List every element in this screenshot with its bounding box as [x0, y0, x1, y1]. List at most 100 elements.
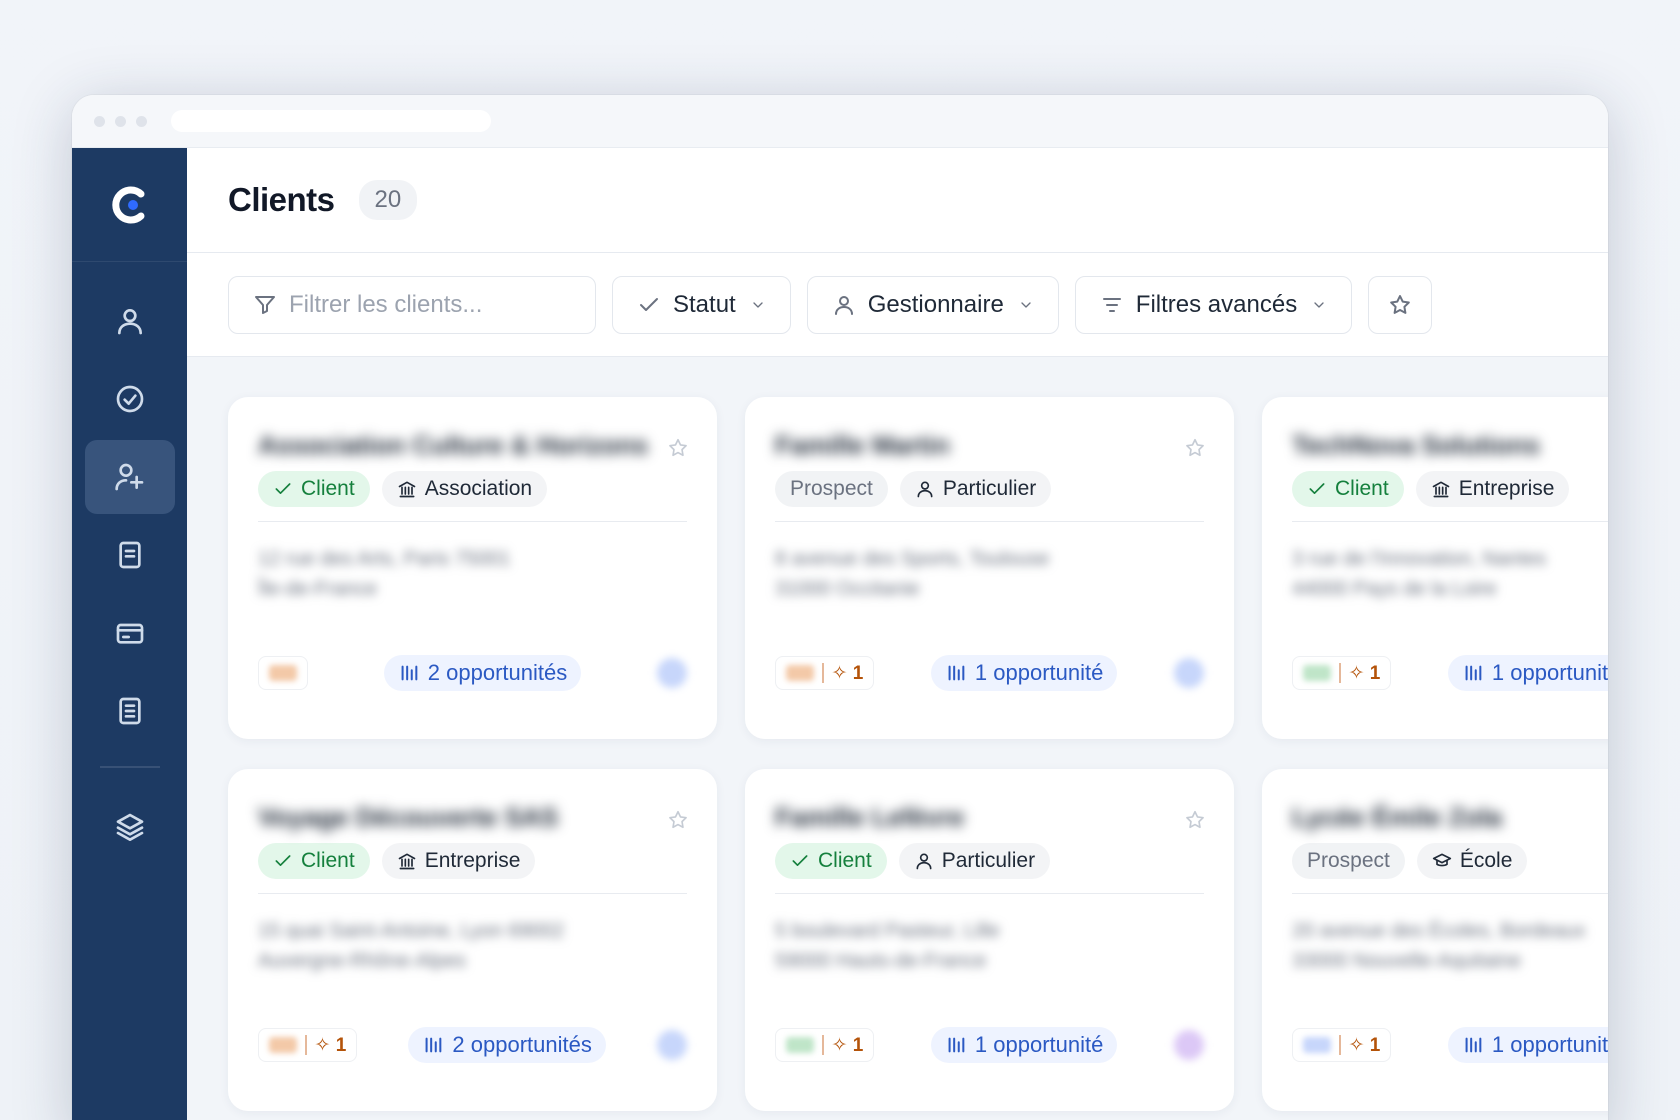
opportunities-badge[interactable]: 1 opportunité: [930, 1027, 1118, 1063]
check-icon: [640, 297, 658, 311]
building-icon: [398, 853, 416, 870]
sidebar-item-tasks[interactable]: [85, 362, 175, 436]
user-icon: [916, 853, 932, 870]
address-line-1: 15 quai Saint-Antoine, Lyon 69002: [258, 920, 565, 942]
address-line-1: 12 rue des Arts, Paris 75001: [258, 548, 511, 570]
client-name[interactable]: Famille Lefèvre: [775, 799, 1165, 835]
activity-chip: ✧ 1: [1292, 656, 1392, 690]
document-icon: [118, 541, 141, 569]
client-name[interactable]: Voyage Découverte SAS: [258, 799, 648, 835]
client-name[interactable]: TechNova Solutions: [1292, 427, 1608, 463]
client-tags: Client Entreprise: [1292, 471, 1608, 507]
advanced-filters-dropdown[interactable]: Filtres avancés: [1074, 275, 1353, 334]
window-dot-close[interactable]: [94, 115, 105, 127]
opportunities-badge[interactable]: 1 opportunité: [1447, 1027, 1608, 1063]
sidebar-item-clients[interactable]: [84, 440, 175, 514]
check-icon: [275, 483, 291, 494]
status-dropdown[interactable]: Statut: [612, 275, 791, 334]
card-footer: ✧ 1 1 opportunité: [775, 1027, 1204, 1063]
activity-count: ✧ 1: [1348, 1034, 1381, 1056]
client-type-badge: Entreprise: [1415, 471, 1570, 507]
client-card[interactable]: Association Culture & Horizons Client As…: [228, 397, 717, 739]
client-type-badge: Particulier: [899, 471, 1052, 507]
client-type-badge: Entreprise: [381, 843, 536, 879]
opportunities-badge[interactable]: 1 opportunité: [1447, 655, 1608, 691]
check-circle-icon: [116, 385, 143, 413]
avatar[interactable]: [1174, 658, 1204, 688]
chevron-down-icon: [1314, 301, 1324, 308]
logo[interactable]: [72, 148, 187, 262]
activity-chip: ✧ 1: [258, 1028, 358, 1062]
client-card[interactable]: TechNova Solutions Client Entreprise 3 r…: [1262, 397, 1608, 739]
client-address: 15 quai Saint-Antoine, Lyon 69002 Auverg…: [258, 916, 687, 976]
chip-separator: [1339, 663, 1341, 683]
card-footer: ✧ 1 1 opportunité: [1292, 655, 1608, 691]
chip-separator: [822, 663, 824, 683]
app-logo-icon: [111, 186, 144, 223]
star-icon[interactable]: [1184, 437, 1206, 459]
address-bar[interactable]: [171, 110, 491, 132]
color-swatch: [786, 665, 814, 681]
favorites-filter-button[interactable]: [1368, 275, 1433, 334]
card-footer: ✧ 1 2 opportunités: [258, 1027, 687, 1063]
client-tags: Prospect École: [1292, 843, 1608, 879]
address-line-1: 20 avenue des Écoles, Bordeaux: [1292, 920, 1586, 942]
activity-count: ✧ 1: [831, 662, 864, 684]
chip-separator: [822, 1035, 824, 1055]
client-tags: Client Particulier: [775, 843, 1204, 879]
status-badge: Client: [258, 843, 370, 879]
client-name[interactable]: Association Culture & Horizons: [258, 427, 648, 463]
client-card[interactable]: Famille Lefèvre Client Particulier 5 bou…: [745, 769, 1234, 1111]
activity-count: ✧ 1: [314, 1034, 347, 1056]
filter-clients-input[interactable]: Filtrer les clients...: [228, 275, 596, 334]
card-divider: [1292, 893, 1608, 894]
status-badge: Prospect: [775, 471, 888, 507]
star-icon[interactable]: [667, 437, 689, 459]
avatar[interactable]: [1174, 1030, 1204, 1060]
avatar[interactable]: [657, 658, 687, 688]
sidebar-item-layers[interactable]: [85, 790, 175, 864]
client-name[interactable]: Famille Martin: [775, 427, 1165, 463]
credit-card-icon: [116, 623, 143, 644]
client-card[interactable]: Voyage Découverte SAS Client Entreprise …: [228, 769, 717, 1111]
window-dot-minimize[interactable]: [115, 115, 126, 127]
color-swatch: [786, 1037, 814, 1053]
opportunities-badge[interactable]: 2 opportunités: [383, 655, 582, 691]
address-line-2: Auvergne-Rhône-Alpes: [258, 950, 466, 972]
address-line-2: 44000 Pays de la Loire: [1292, 578, 1497, 600]
card-footer: ✧ 1 1 opportunité: [775, 655, 1204, 691]
client-address: 3 rue de l'Innovation, Nantes 44000 Pays…: [1292, 544, 1608, 604]
color-swatch: [1303, 665, 1331, 681]
manager-dropdown[interactable]: Gestionnaire: [806, 275, 1059, 334]
client-count-badge: 20: [358, 180, 418, 220]
opportunities-badge[interactable]: 1 opportunité: [930, 655, 1118, 691]
file-text-icon: [118, 697, 141, 725]
sidebar-item-payments[interactable]: [85, 596, 175, 670]
sliders-icon: [1102, 297, 1121, 312]
window-dot-maximize[interactable]: [136, 115, 147, 127]
sidebar-divider: [99, 766, 160, 768]
client-card[interactable]: Famille Martin Prospect Particulier 8 av…: [745, 397, 1234, 739]
check-icon: [1309, 483, 1325, 494]
client-tags: Client Association: [258, 471, 687, 507]
chevron-down-icon: [1021, 301, 1031, 308]
card-footer: 2 opportunités: [258, 655, 687, 691]
client-address: 5 boulevard Pasteur, Lille 59000 Hauts-d…: [775, 916, 1204, 976]
star-icon[interactable]: [1184, 809, 1206, 831]
client-name[interactable]: Lycée Émile Zola: [1292, 799, 1608, 835]
building-icon: [398, 481, 416, 498]
avatar[interactable]: [657, 1030, 687, 1060]
address-line-1: 3 rue de l'Innovation, Nantes: [1292, 548, 1546, 570]
sidebar-item-contacts[interactable]: [85, 284, 175, 358]
sidebar-item-quotes[interactable]: [85, 518, 175, 592]
client-type-badge: Particulier: [898, 843, 1051, 879]
address-line-2: Île-de-France: [258, 578, 377, 600]
client-tags: Prospect Particulier: [775, 471, 1204, 507]
star-icon[interactable]: [667, 809, 689, 831]
opportunities-badge[interactable]: 2 opportunités: [408, 1027, 606, 1063]
star-icon: [1390, 294, 1410, 314]
activity-count: ✧ 1: [1348, 662, 1381, 684]
sidebar-item-invoices[interactable]: [85, 674, 175, 748]
filter-toolbar: Filtrer les clients... Statut Gestionnai…: [187, 253, 1608, 357]
client-card[interactable]: Lycée Émile Zola Prospect École 20 avenu…: [1262, 769, 1608, 1111]
